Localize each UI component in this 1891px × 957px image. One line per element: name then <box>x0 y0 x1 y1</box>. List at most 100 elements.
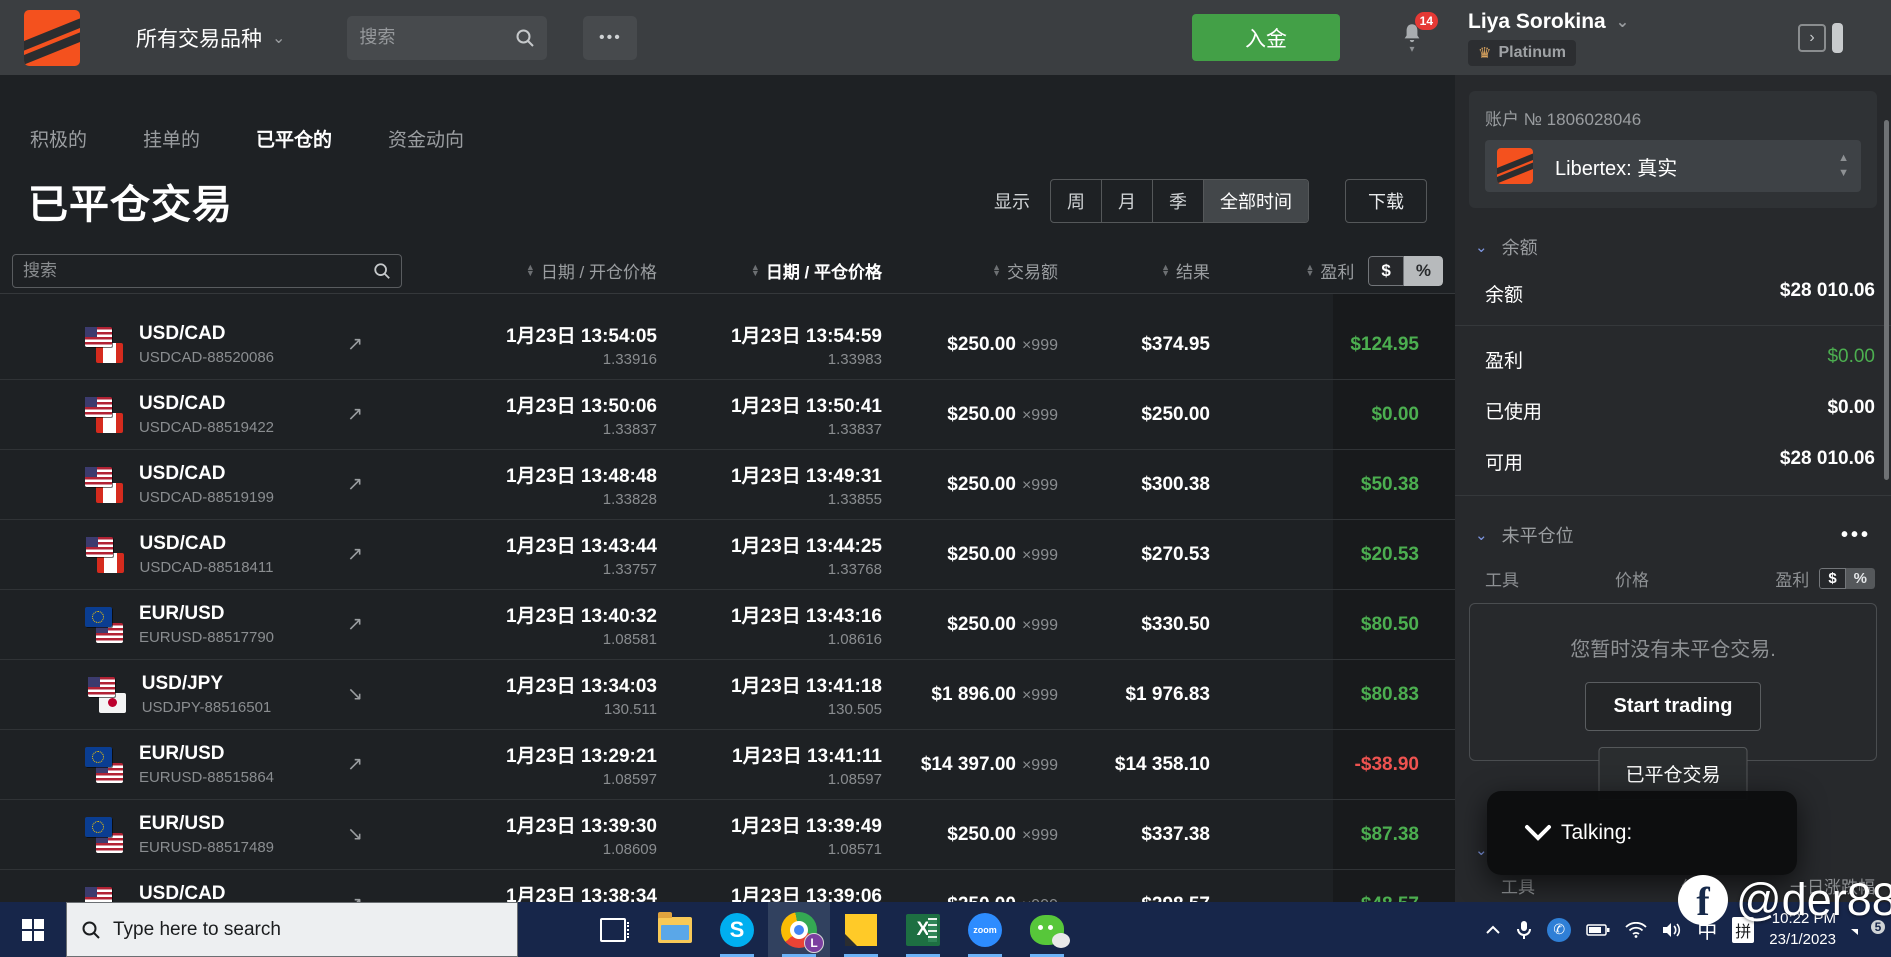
global-search-input[interactable] <box>359 27 516 48</box>
trade-row[interactable]: USD/CAD USDCAD-88520086 ↗ 1月23日 13:54:05… <box>0 310 1455 380</box>
taskbar-app-file-explorer[interactable] <box>644 902 706 957</box>
ticket-id: EURUSD-88515864 <box>138 769 275 786</box>
tab-资金动向[interactable]: 资金动向 <box>388 125 464 152</box>
close-price: 1.33768 <box>827 561 882 578</box>
tab-已平仓的[interactable]: 已平仓的 <box>256 125 332 152</box>
dollar-toggle[interactable]: $ <box>1368 255 1404 286</box>
currency-pair-flags-icon <box>85 536 124 573</box>
talking-label: Talking: <box>1561 821 1633 844</box>
taskbar-app-skype[interactable]: S <box>706 902 768 957</box>
open-positions-section-header[interactable]: ⌄ 未平仓位 ••• <box>1475 522 1871 548</box>
taskbar-app-sticky-notes[interactable] <box>830 902 892 957</box>
period-button[interactable]: 季 <box>1153 180 1204 222</box>
multiplier: ×999 <box>1021 336 1058 354</box>
trade-amount: $250.00 <box>947 333 1016 355</box>
more-menu-button[interactable]: ••• <box>583 15 638 60</box>
trade-amount: $250.00 <box>947 894 1016 903</box>
open-date: 1月23日 13:34:03 <box>505 676 657 697</box>
wifi-icon[interactable] <box>1625 921 1647 938</box>
multiplier: ×999 <box>1021 546 1058 564</box>
close-date: 1月23日 13:41:18 <box>730 676 882 697</box>
balance-label: 余额 <box>1485 285 1524 306</box>
balance-section-header[interactable]: ⌄ 余额 <box>1475 234 1871 260</box>
profit-unit-toggle[interactable]: $ % <box>1368 255 1443 286</box>
open-price: 1.08581 <box>602 631 657 648</box>
deposit-button[interactable]: 入金 <box>1192 14 1340 61</box>
trade-result: $14 358.10 <box>1114 753 1210 775</box>
trade-result: $374.95 <box>1141 333 1210 355</box>
account-spinner-icons[interactable]: ▲ ▼ <box>1838 153 1849 179</box>
trade-row[interactable]: EUR/USD EURUSD-88517790 ↗ 1月23日 13:40:32… <box>0 590 1455 660</box>
download-button[interactable]: 下载 <box>1345 179 1427 223</box>
taskbar-search[interactable]: Type here to search <box>66 902 518 957</box>
section-menu-icon[interactable]: ••• <box>1841 524 1871 547</box>
period-button[interactable]: 月 <box>1102 180 1153 222</box>
microphone-icon[interactable] <box>1516 920 1532 940</box>
taskbar-app-task-view[interactable] <box>582 902 644 957</box>
notifications-button[interactable]: 14 ▾ <box>1392 11 1438 55</box>
chevron-up-icon[interactable] <box>1485 925 1501 935</box>
close-price: 1.08597 <box>827 771 882 788</box>
profit-unit-toggle[interactable]: $ % <box>1819 568 1875 589</box>
direction-arrow-icon: ↗ <box>347 893 402 902</box>
pair-name: EUR/USD <box>138 813 225 834</box>
chevron-down-icon: ⌄ <box>272 29 286 47</box>
start-button[interactable] <box>0 902 66 957</box>
table-search[interactable] <box>12 253 402 288</box>
trade-row[interactable]: USD/CAD USDCAD-88518411 ↗ 1月23日 13:43:44… <box>0 520 1455 590</box>
trade-profit: $80.83 <box>1360 683 1419 705</box>
balance-value: $28 010.06 <box>1779 280 1875 301</box>
direction-arrow-icon: ↗ <box>347 544 363 565</box>
close-date: 1月23日 13:44:25 <box>730 536 882 557</box>
trade-result: $250.00 <box>1141 403 1210 425</box>
trade-profit: $50.38 <box>1360 473 1419 495</box>
tab-积极的[interactable]: 积极的 <box>30 125 87 152</box>
talking-tooltip[interactable]: Talking: <box>1487 791 1797 875</box>
table-header: ▲▼日期 / 开仓价格 ▲▼日期 / 平仓价格 ▲▼交易额 ▲▼结果 ▲▼ 盈利… <box>0 248 1455 294</box>
percent-toggle[interactable]: % <box>1845 568 1875 589</box>
windows-logo-icon <box>22 918 44 941</box>
trade-amount: $250.00 <box>947 823 1016 845</box>
taskbar-app-zoom-app[interactable]: zoom <box>954 902 1016 957</box>
instruments-dropdown[interactable]: 所有交易品种 ⌄ <box>136 23 285 53</box>
currency-pair-flags-icon <box>87 676 126 713</box>
libertex-logo-icon[interactable] <box>24 9 80 66</box>
taskbar-app-wechat[interactable] <box>1016 902 1078 957</box>
trade-row[interactable]: EUR/USD EURUSD-88517489 ↘ 1月23日 13:39:30… <box>0 800 1455 870</box>
multiplier: ×999 <box>1021 686 1058 704</box>
notification-count-badge: 14 <box>1414 11 1438 30</box>
close-date: 1月23日 13:41:11 <box>732 746 882 767</box>
collapse-panel-button[interactable]: › <box>1798 22 1843 53</box>
trade-row[interactable]: USD/CAD USDCAD-88519422 ↗ 1月23日 13:50:06… <box>0 380 1455 450</box>
skype-call-icon[interactable]: ✆ <box>1547 917 1572 942</box>
column-profit[interactable]: ▲ ▼ 盈利 $ % <box>1210 255 1443 286</box>
dollar-toggle[interactable]: $ <box>1819 568 1846 589</box>
trade-row[interactable]: USD/CAD USDCAD-88516214 ↗ 1月23日 13:38:34… <box>0 870 1455 902</box>
chrome-icon: L <box>781 911 824 953</box>
multiplier: ×999 <box>1021 756 1058 774</box>
percent-toggle[interactable]: % <box>1403 255 1443 286</box>
ticket-id: USDCAD-88518411 <box>139 559 274 576</box>
table-search-input[interactable] <box>23 260 373 281</box>
battery-icon[interactable] <box>1586 923 1610 937</box>
column-close-price[interactable]: ▲ ▼ 日期 / 平仓价格 <box>657 258 882 283</box>
column-result[interactable]: ▲ ▼ 结果 <box>1058 258 1210 283</box>
trade-row[interactable]: USD/CAD USDCAD-88519199 ↗ 1月23日 13:48:48… <box>0 450 1455 520</box>
close-date: 1月23日 13:39:06 <box>730 886 882 902</box>
trade-row[interactable]: USD/JPY USDJPY-88516501 ↘ 1月23日 13:34:03… <box>0 660 1455 730</box>
trades-table-body: USDCAD-88520367 1.34007 1.33938 USD/CAD … <box>0 294 1455 902</box>
column-amount[interactable]: ▲ ▼ 交易额 <box>882 258 1058 283</box>
user-menu[interactable]: Liya Sorokina ⌄ ♛ Platinum <box>1468 10 1798 66</box>
taskbar-app-excel[interactable]: X <box>892 902 954 957</box>
period-button[interactable]: 周 <box>1051 180 1102 222</box>
trade-row[interactable]: EUR/USD EURUSD-88515864 ↗ 1月23日 13:29:21… <box>0 730 1455 800</box>
period-button[interactable]: 全部时间 <box>1204 180 1308 222</box>
sidebar-scrollbar[interactable] <box>1884 120 1889 480</box>
global-search[interactable] <box>347 15 548 60</box>
direction-arrow-icon: ↘ <box>347 824 363 845</box>
column-open-price[interactable]: ▲ ▼ 日期 / 开仓价格 <box>402 258 657 283</box>
start-trading-button[interactable]: Start trading <box>1584 682 1762 731</box>
tab-挂单的[interactable]: 挂单的 <box>143 125 200 152</box>
account-selector[interactable]: Libertex: 真实 ▲ ▼ <box>1485 140 1861 192</box>
taskbar-app-chrome[interactable]: L <box>768 902 830 957</box>
